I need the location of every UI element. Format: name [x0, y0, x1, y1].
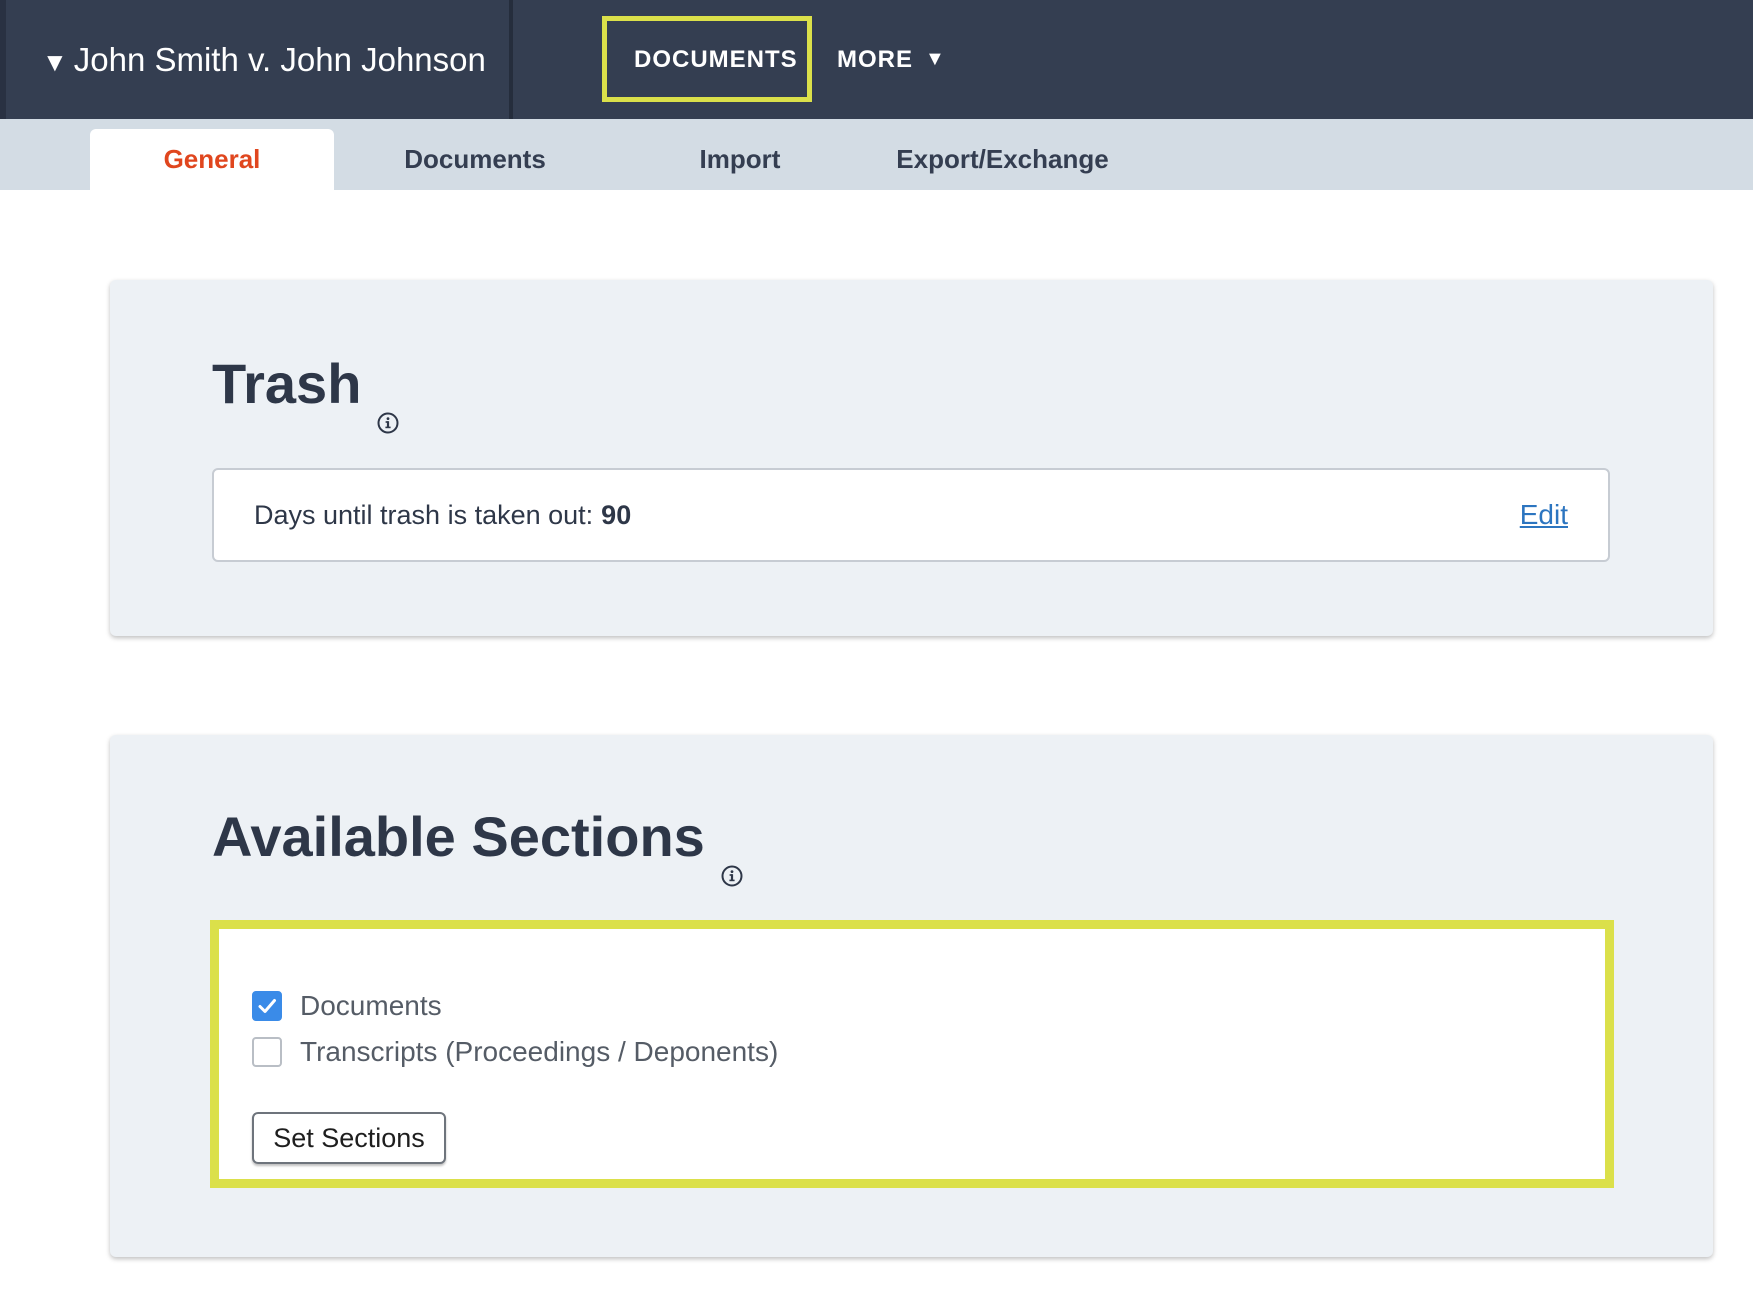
documents-highlight-box: [602, 16, 812, 102]
edit-trash-link[interactable]: Edit: [1520, 470, 1568, 560]
tab-export-exchange[interactable]: Export/Exchange: [880, 129, 1125, 190]
tab-documents[interactable]: Documents: [360, 129, 590, 190]
case-title: John Smith v. John Johnson: [73, 41, 486, 78]
tab-general[interactable]: General: [90, 129, 334, 190]
documents-checkbox[interactable]: [252, 991, 282, 1021]
sections-heading: Available Sections: [212, 805, 743, 887]
trash-days-value: 90: [601, 499, 632, 530]
tab-import[interactable]: Import: [640, 129, 840, 190]
settings-tab-bar: General Documents Import Export/Exchange: [0, 119, 1753, 190]
sections-highlight-box: Documents Transcripts (Proceedings / Dep…: [210, 920, 1614, 1188]
set-sections-button[interactable]: Set Sections: [252, 1112, 446, 1164]
nav-more-menu[interactable]: MORE ▼: [837, 0, 946, 119]
header-divider: [509, 0, 513, 119]
available-sections-card: Available Sections Documents Transcripts…: [110, 735, 1713, 1257]
caret-down-icon: ▼: [925, 48, 946, 70]
case-selector[interactable]: ▼ John Smith v. John Johnson: [42, 38, 486, 84]
trash-settings-box: Days until trash is taken out: 90 Edit: [212, 468, 1610, 562]
info-icon[interactable]: [377, 383, 399, 434]
trash-days-text: Days until trash is taken out: 90: [254, 470, 631, 560]
trash-title: Trash: [212, 352, 362, 415]
nav-more-label: MORE: [837, 45, 913, 73]
top-navigation-bar: ▼ John Smith v. John Johnson DOCUMENTS MO…: [0, 0, 1753, 119]
section-option-documents[interactable]: Documents: [252, 988, 442, 1024]
transcripts-option-label: Transcripts (Proceedings / Deponents): [300, 1036, 779, 1067]
section-option-transcripts[interactable]: Transcripts (Proceedings / Deponents): [252, 1034, 778, 1070]
checkmark-icon: [258, 999, 276, 1013]
trash-days-label: Days until trash is taken out:: [254, 499, 594, 530]
sections-title: Available Sections: [212, 805, 705, 868]
transcripts-checkbox[interactable]: [252, 1037, 282, 1067]
documents-option-label: Documents: [300, 990, 442, 1021]
info-icon[interactable]: [721, 836, 743, 887]
trash-card: Trash Days until trash is taken out: 90 E…: [110, 280, 1713, 636]
trash-heading: Trash: [212, 352, 399, 434]
left-stripe: [0, 0, 6, 119]
caret-down-icon: ▼: [42, 47, 68, 77]
